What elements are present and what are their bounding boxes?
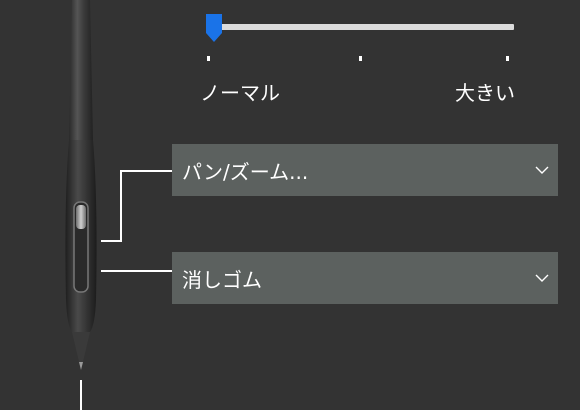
slider-label-min: ノーマル xyxy=(200,81,280,105)
connector-line xyxy=(101,270,172,272)
chevron-down-icon xyxy=(535,274,549,282)
lower-button-dropdown[interactable]: 消しゴム xyxy=(172,252,558,304)
connector-line xyxy=(120,170,172,172)
slider-track[interactable] xyxy=(210,24,514,30)
slider-tick xyxy=(506,56,509,61)
upper-button-label: パン/ズーム... xyxy=(182,159,309,184)
chevron-down-icon xyxy=(535,166,549,174)
connector-line xyxy=(101,240,122,242)
slider-tick xyxy=(359,56,362,61)
pen-settings-panel: ノーマル 大きい パン/ズーム... 消しゴム xyxy=(0,0,580,410)
pen-illustration xyxy=(65,0,97,370)
tip-feel-slider[interactable] xyxy=(200,10,520,50)
connector-line xyxy=(120,170,122,242)
connector-line xyxy=(80,380,82,410)
lower-button-label: 消しゴム xyxy=(182,267,262,292)
slider-thumb[interactable] xyxy=(205,13,223,43)
slider-label-max: 大きい xyxy=(455,81,515,105)
slider-tick xyxy=(207,56,210,61)
upper-button-dropdown[interactable]: パン/ズーム... xyxy=(172,144,558,196)
